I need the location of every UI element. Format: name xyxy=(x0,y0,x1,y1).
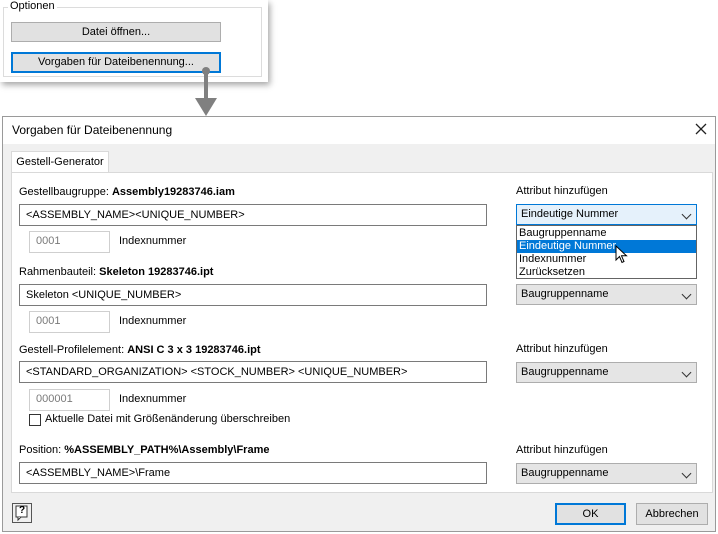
profile-member-pattern-field[interactable]: <STANDARD_ORGANIZATION> <STOCK_NUMBER> <… xyxy=(19,361,487,383)
dialog-titlebar: Vorgaben für Dateibenennung xyxy=(3,117,715,144)
close-icon[interactable] xyxy=(693,121,709,137)
mouse-cursor-icon xyxy=(615,244,629,265)
combo-value: Baugruppenname xyxy=(521,366,609,378)
tab-content: Gestellbaugruppe: Assembly19283746.iam <… xyxy=(11,172,713,493)
profile-index-label: Indexnummer xyxy=(119,393,187,405)
position-label: Position: %ASSEMBLY_PATH%\Assembly\Frame xyxy=(19,444,270,456)
frame-part-label: Rahmenbauteil: Skeleton 19283746.ipt xyxy=(19,266,214,278)
assembly-index-label: Indexnummer xyxy=(119,235,187,247)
profile-attr-title: Attribut hinzufügen xyxy=(516,343,608,355)
assembly-pattern-field[interactable]: <ASSEMBLY_NAME><UNIQUE_NUMBER> xyxy=(19,204,487,226)
tab-label: Gestell-Generator xyxy=(16,156,104,168)
open-file-button[interactable]: Datei öffnen... xyxy=(11,22,221,42)
naming-defaults-button[interactable]: Vorgaben für Dateibenennung... xyxy=(11,52,221,73)
dropdown-option-eindeutige-nummer[interactable]: Eindeutige Nummer xyxy=(517,240,696,253)
chevron-down-icon xyxy=(681,209,692,220)
combo-value: Eindeutige Nummer xyxy=(521,208,619,220)
connector-arrow xyxy=(195,67,217,119)
position-attr-title: Attribut hinzufügen xyxy=(516,444,608,456)
dialog-title: Vorgaben für Dateibenennung xyxy=(12,123,173,137)
assembly-label: Gestellbaugruppe: Assembly19283746.iam xyxy=(19,186,235,198)
assembly-attr-title: Attribut hinzufügen xyxy=(516,185,608,197)
profile-attribute-combo[interactable]: Baugruppenname xyxy=(516,362,697,383)
frame-part-pattern-field[interactable]: Skeleton <UNIQUE_NUMBER> xyxy=(19,284,487,306)
assembly-attribute-combo[interactable]: Eindeutige Nummer xyxy=(516,204,697,225)
help-button[interactable]: ? xyxy=(12,503,32,523)
overwrite-checkbox[interactable] xyxy=(29,414,41,426)
ok-button[interactable]: OK xyxy=(555,503,626,525)
attribute-dropdown-list: Baugruppenname Eindeutige Nummer Indexnu… xyxy=(516,225,697,279)
assembly-index-field[interactable]: 0001 xyxy=(29,231,110,253)
frame-part-index-field[interactable]: 0001 xyxy=(29,311,110,333)
naming-defaults-dialog: Vorgaben für Dateibenennung Gestell-Gene… xyxy=(2,116,716,532)
tab-gestell-generator[interactable]: Gestell-Generator xyxy=(11,151,109,173)
cancel-button[interactable]: Abbrechen xyxy=(636,503,708,525)
combo-value: Baugruppenname xyxy=(521,288,609,300)
overwrite-checkbox-label: Aktuelle Datei mit Größenänderung übersc… xyxy=(45,413,291,425)
profile-member-label: Gestell-Profilelement: ANSI C 3 x 3 1928… xyxy=(19,344,261,356)
options-panel: Optionen Datei öffnen... Vorgaben für Da… xyxy=(0,0,268,82)
help-icon-glyph: ? xyxy=(19,505,26,516)
options-title: Optionen xyxy=(8,0,57,12)
frame-part-attribute-combo[interactable]: Baugruppenname xyxy=(516,284,697,305)
profile-index-field[interactable]: 000001 xyxy=(29,389,110,411)
dropdown-option-zuruecksetzen[interactable]: Zurücksetzen xyxy=(517,266,696,279)
chevron-down-icon xyxy=(681,289,692,300)
combo-value: Baugruppenname xyxy=(521,467,609,479)
dropdown-option-indexnummer[interactable]: Indexnummer xyxy=(517,253,696,266)
position-attribute-combo[interactable]: Baugruppenname xyxy=(516,463,697,484)
dropdown-option-baugruppenname[interactable]: Baugruppenname xyxy=(517,227,696,240)
chevron-down-icon xyxy=(681,468,692,479)
position-pattern-field[interactable]: <ASSEMBLY_NAME>\Frame xyxy=(19,462,487,484)
chevron-down-icon xyxy=(681,367,692,378)
frame-part-index-label: Indexnummer xyxy=(119,315,187,327)
